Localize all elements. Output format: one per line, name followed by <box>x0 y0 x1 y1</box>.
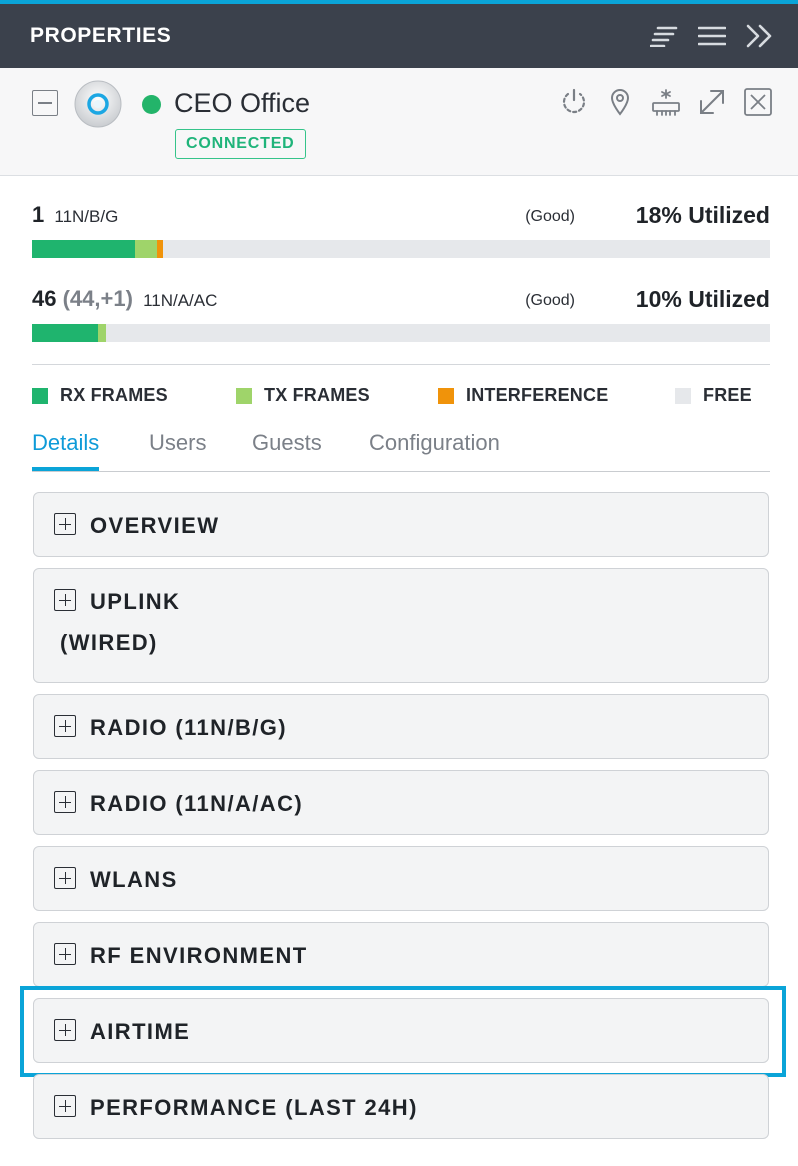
section-overview[interactable]: OVERVIEW <box>33 492 769 557</box>
expand-plus-icon <box>54 867 76 889</box>
radio-standard: 11N/B/G <box>54 207 119 226</box>
hamburger-menu-icon[interactable] <box>696 20 728 52</box>
radio-channel: 46 <box>32 286 57 311</box>
tab-guests[interactable]: Guests <box>252 430 322 470</box>
tab-details[interactable]: Details <box>32 430 100 471</box>
interference-segment <box>157 240 164 258</box>
tx-segment <box>135 240 158 258</box>
section-wlans[interactable]: WLANS <box>33 846 769 911</box>
rx-segment <box>32 324 99 342</box>
section-label: PERFORMANCE (LAST 24H) <box>90 1095 418 1120</box>
section-performance[interactable]: PERFORMANCE (LAST 24H) <box>33 1074 769 1139</box>
usage-legend: RX FRAMES TX FRAMES INTERFERENCE FREE <box>32 385 770 409</box>
legend-label: TX FRAMES <box>264 385 370 405</box>
radio-utilization: 10% Utilized <box>635 286 770 312</box>
radio-scan-icon[interactable] <box>650 86 682 118</box>
close-icon[interactable] <box>742 86 774 118</box>
section-label: RF ENVIRONMENT <box>90 943 308 968</box>
section-label: RADIO (11N/A/AC) <box>90 791 304 816</box>
tab-users[interactable]: Users <box>149 430 206 470</box>
section-label: UPLINK <box>90 589 181 614</box>
legend-rx: RX FRAMES <box>32 385 168 406</box>
tx-segment <box>98 324 106 342</box>
device-name: CEO Office <box>174 88 311 118</box>
expand-plus-icon <box>54 943 76 965</box>
legend-swatch <box>675 387 691 404</box>
expand-plus-icon <box>54 589 76 611</box>
legend-tx: TX FRAMES <box>236 385 370 406</box>
expand-plus-icon <box>54 791 76 813</box>
rx-segment <box>32 240 136 258</box>
section-label: WLANS <box>90 867 178 892</box>
section-label: RADIO (11N/B/G) <box>90 715 288 740</box>
legend-swatch <box>32 387 48 404</box>
collapse-button[interactable] <box>32 90 58 116</box>
list-sort-icon[interactable] <box>648 20 680 52</box>
legend-free: FREE <box>675 385 752 406</box>
section-rf-environment[interactable]: RF ENVIRONMENT <box>33 922 769 987</box>
legend-label: RX FRAMES <box>60 385 168 405</box>
legend-interference: INTERFERENCE <box>438 385 608 406</box>
radio-standard: 11N/A/AC <box>143 291 218 310</box>
power-icon[interactable] <box>558 86 590 118</box>
expand-plus-icon <box>54 1019 76 1041</box>
panel-title: PROPERTIES <box>30 24 172 47</box>
section-label: OVERVIEW <box>90 513 220 538</box>
properties-header: PROPERTIES <box>0 4 798 68</box>
radio-usage-bar-2 <box>32 324 770 342</box>
access-point-icon <box>74 80 122 128</box>
legend-swatch <box>438 387 454 404</box>
radio-quality: (Good) <box>525 292 575 309</box>
expand-plus-icon <box>54 715 76 737</box>
radio-row-2: 46 (44,+1) 11N/A/AC (Good) 10% Utilized <box>32 286 770 316</box>
legend-label: INTERFERENCE <box>466 385 609 405</box>
section-label: AIRTIME <box>90 1019 191 1044</box>
double-chevron-right-icon[interactable] <box>744 20 776 52</box>
status-badge: CONNECTED <box>175 129 306 159</box>
radio-quality: (Good) <box>525 208 575 225</box>
tab-configuration[interactable]: Configuration <box>369 430 500 470</box>
section-label-line2: (WIRED) <box>60 630 158 655</box>
legend-swatch <box>236 387 252 404</box>
section-radio-bg[interactable]: RADIO (11N/B/G) <box>33 694 769 759</box>
radio-utilization: 18% Utilized <box>635 202 770 228</box>
location-pin-icon[interactable] <box>604 86 636 118</box>
expand-plus-icon <box>54 1095 76 1117</box>
detail-tabs: Details Users Guests Configuration <box>32 430 770 472</box>
legend-label: FREE <box>703 385 752 405</box>
divider <box>32 364 770 365</box>
radio-row-1: 1 11N/B/G (Good) 18% Utilized <box>32 202 770 232</box>
section-radio-aac[interactable]: RADIO (11N/A/AC) <box>33 770 769 835</box>
expand-icon[interactable] <box>696 86 728 118</box>
section-airtime[interactable]: AIRTIME <box>33 998 769 1063</box>
radio-usage-bar-1 <box>32 240 770 258</box>
expand-plus-icon <box>54 513 76 535</box>
radio-channel-detail: (44,+1) <box>62 286 133 311</box>
radio-channel: 1 <box>32 202 45 227</box>
section-uplink[interactable]: UPLINK (WIRED) <box>33 568 769 683</box>
status-dot <box>142 95 161 114</box>
